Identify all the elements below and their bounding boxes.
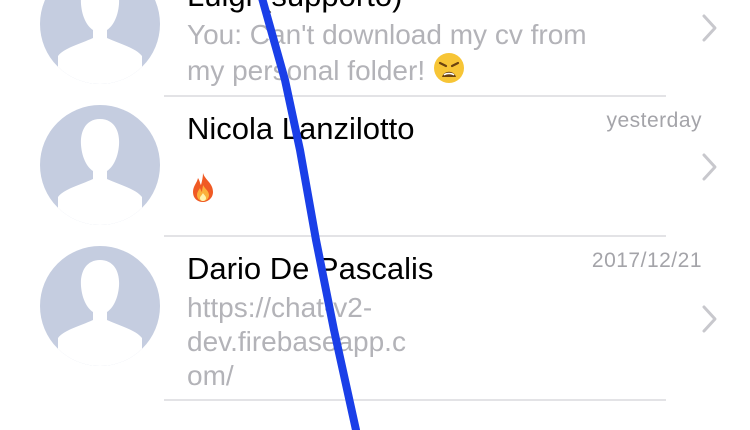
avatar (40, 246, 160, 366)
message-preview: https://chat-v2-dev.firebaseapp.com/ (187, 291, 417, 393)
timestamp: 2017/12/21 (591, 249, 702, 272)
conversation-row[interactable]: Nicola Lanzilotto yesterday (0, 97, 750, 235)
contact-name: Luigi (supporto) (187, 0, 402, 14)
timestamp: yesterday (606, 109, 702, 132)
chevron-right-icon (702, 305, 717, 333)
message-preview: You: Can't download my cv from my person… (187, 18, 607, 88)
chevron-right-icon (702, 14, 717, 42)
contact-name: Dario De Pascalis (187, 251, 434, 286)
message-preview-text: https://chat-v2-dev.firebaseapp.com/ (187, 292, 406, 391)
message-preview (187, 171, 607, 207)
weary-face-icon (433, 53, 464, 83)
avatar (40, 0, 160, 84)
fire-icon (193, 173, 213, 202)
chevron-right-icon (702, 153, 717, 181)
conversation-row[interactable]: Luigi (supporto) You: Can't download my … (0, 0, 750, 96)
conversation-row[interactable]: Dario De Pascalis 2017/12/21 https://cha… (0, 237, 750, 399)
message-preview-text: You: Can't download my cv from my person… (187, 19, 587, 86)
contact-name: Nicola Lanzilotto (187, 111, 415, 146)
divider (164, 399, 666, 401)
avatar (40, 105, 160, 225)
